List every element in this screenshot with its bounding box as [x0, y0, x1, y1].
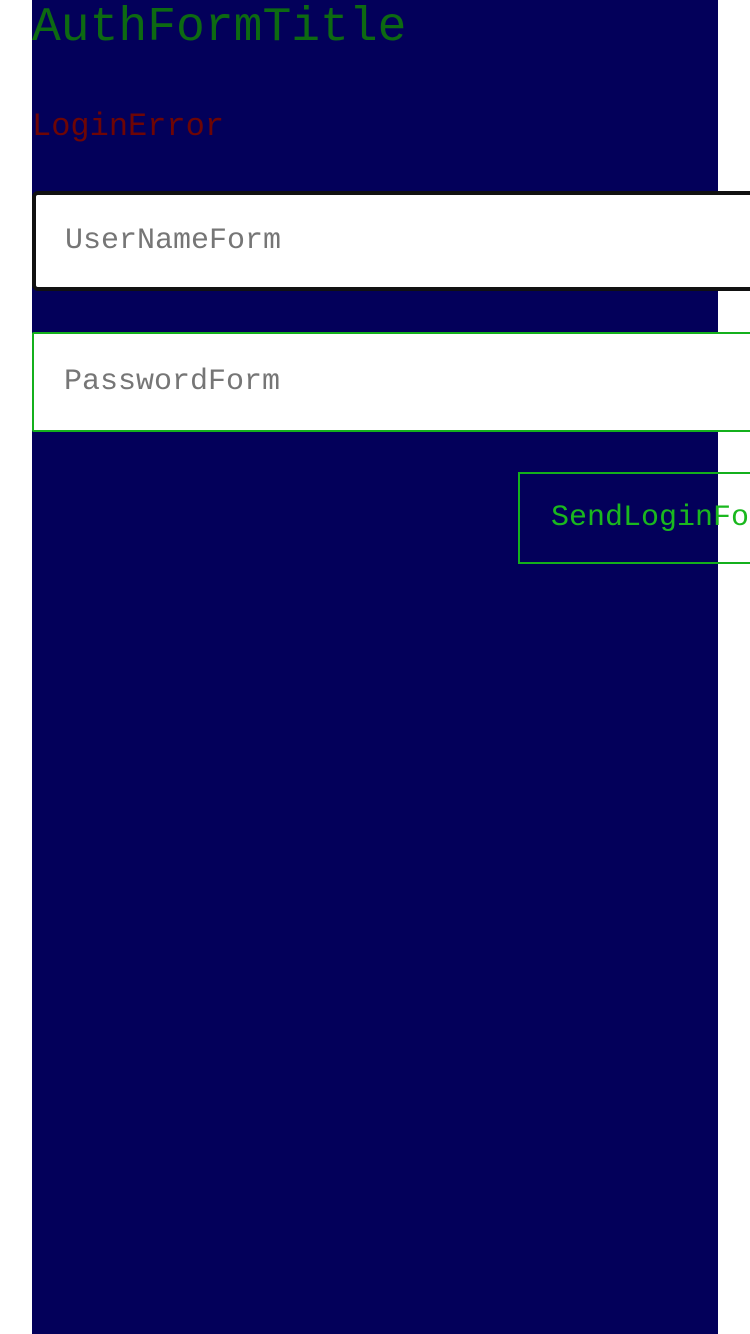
password-field[interactable] [32, 332, 750, 432]
login-error-message: LoginError [32, 108, 225, 145]
login-screen: AuthFormTitle LoginError SendLoginForm [0, 0, 750, 1334]
auth-form-title: AuthFormTitle [32, 1, 407, 55]
username-field[interactable] [32, 191, 750, 291]
send-login-button[interactable]: SendLoginForm [518, 472, 750, 564]
